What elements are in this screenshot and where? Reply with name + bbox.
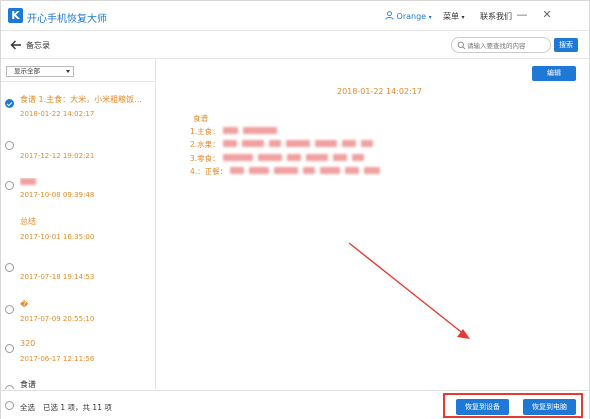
item-checkbox[interactable] [5,99,14,108]
list-item[interactable]: 总结 2017-10-01 16:35:00 [1,213,155,259]
list-item[interactable]: 食谱 1.主食：大米，小米粗粮饭... 2018-01-22 14:02:17 [1,87,155,133]
search-box [451,37,551,53]
user-icon [385,11,394,20]
item-checkbox[interactable] [5,344,14,353]
notes-list-panel: 显示全部 食谱 1.主食：大米，小米粗粮饭... 2018-01-22 14:0… [1,59,156,389]
search-icon [457,41,466,50]
list-item[interactable]: 食谱 [1,375,155,389]
item-checkbox[interactable] [5,385,14,389]
app-logo-icon: K [8,8,23,23]
note-date: 2017-10-08 09:39:48 [20,191,95,199]
menu-label: 菜单 [443,12,459,21]
chevron-down-icon [66,70,70,73]
title-bar: K 开心手机恢复大师 Orange ▾ 菜单 ▾ 联系我们 — ✕ [1,1,589,31]
minimize-button[interactable]: — [516,9,528,21]
close-button[interactable]: ✕ [541,9,553,21]
note-date: 2017-07-18 19:14:53 [20,273,95,281]
item-checkbox[interactable] [5,263,14,272]
note-title: 食谱 [20,380,36,389]
main-menu-button[interactable]: 菜单 ▾ [443,11,465,22]
restore-to-device-button[interactable]: 恢复到设备 [456,399,509,415]
app-title: 开心手机恢复大师 [27,14,107,25]
chevron-down-icon: ▾ [428,14,432,21]
filter-selected: 显示全部 [14,67,40,75]
search-button[interactable]: 搜索 [554,38,578,52]
note-title: 总结 [20,217,36,226]
selection-summary: 已选 1 项，共 11 项 [43,403,112,412]
list-item[interactable]: 2017-10-08 09:39:48 [1,172,155,218]
note-date: 2017-06-17 12:11:56 [20,355,95,363]
note-title [20,178,150,187]
app-window: K 开心手机恢复大师 Orange ▾ 菜单 ▾ 联系我们 — ✕ 备忘录 请输… [0,0,590,419]
select-all-checkbox[interactable] [5,401,14,410]
item-checkbox[interactable] [5,181,14,190]
contact-us-link[interactable]: 联系我们 [480,11,512,22]
item-checkbox[interactable] [5,141,14,150]
divider [1,81,155,82]
select-all-label[interactable]: 全选 [20,402,35,413]
list-item[interactable]: 320 2017-06-17 12:11:56 [1,334,155,380]
user-menu[interactable]: Orange ▾ [385,11,432,21]
restore-to-pc-button[interactable]: 恢复到电脑 [523,399,576,415]
blurred-title [20,178,36,185]
note-title: � [20,300,29,309]
annotation-arrow [348,242,470,339]
filter-dropdown[interactable]: 显示全部 [6,66,74,77]
nav-bar: 备忘录 搜索 [1,31,589,59]
back-arrow-icon[interactable] [9,38,23,52]
bottom-bar: 全选 已选 1 项，共 11 项 恢复到设备 恢复到电脑 [1,390,589,419]
search-input[interactable] [467,40,549,51]
chevron-down-icon: ▾ [461,14,465,21]
note-title: 320 [20,339,36,348]
note-date: 2018-01-22 14:02:17 [20,110,95,118]
note-date: 2017-07-09 20:55:10 [20,315,95,323]
page-title: 备忘录 [26,41,50,50]
note-detail-panel: 编辑 2018-01-22 14:02:17 食谱 1.主食： 2.水果： 3.… [157,59,589,389]
note-date: 2017-12-12 19:02:21 [20,152,95,160]
user-name: Orange [396,12,427,21]
note-date: 2017-10-01 16:35:00 [20,233,95,241]
note-title: 食谱 1.主食：大米，小米粗粮饭... [20,95,142,104]
item-checkbox[interactable] [5,305,14,314]
